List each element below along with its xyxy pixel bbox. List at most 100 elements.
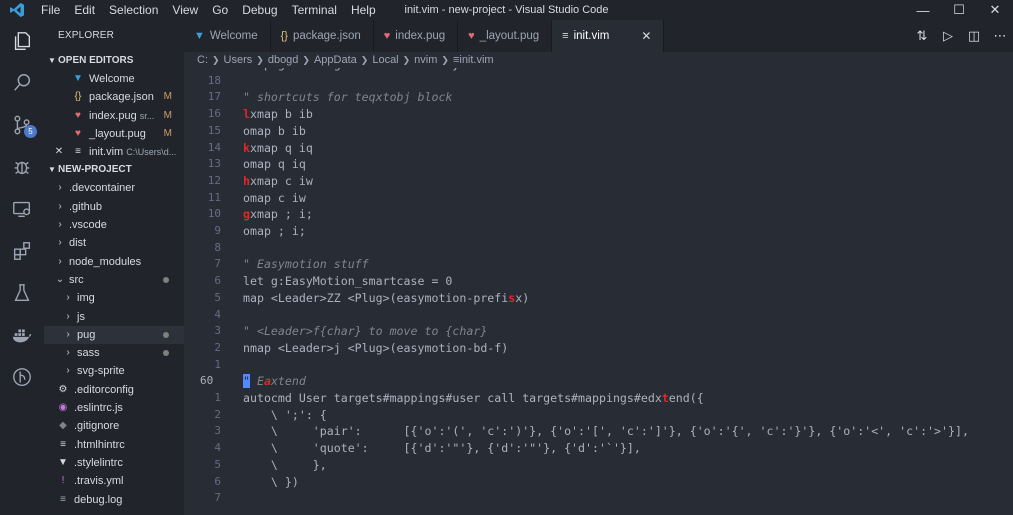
- tab-index-pug[interactable]: ♥ index.pug: [374, 20, 459, 52]
- item-label: .devcontainer: [69, 182, 136, 195]
- docker-icon[interactable]: [0, 314, 44, 356]
- close-icon[interactable]: ✕: [52, 143, 66, 161]
- tab--layout-pug[interactable]: ♥ _layout.pug: [458, 20, 553, 52]
- file-icon: ≡: [60, 438, 66, 450]
- tab-init-vim[interactable]: ≡ init.vim ✕: [552, 20, 665, 52]
- line-number: 7: [214, 257, 221, 271]
- file-item[interactable]: ▼ .stylelintrc: [44, 454, 184, 472]
- breadcrumb-item[interactable]: Users: [224, 54, 253, 66]
- folder-item[interactable]: › .github: [44, 198, 184, 216]
- pug-icon: ♥: [468, 30, 475, 42]
- gitlens-icon[interactable]: [0, 356, 44, 398]
- code-text: \ 'pair': [{'o':'(', 'c':')'}, {'o':'[',…: [243, 424, 969, 439]
- file-item[interactable]: ⚙ .editorconfig: [44, 381, 184, 399]
- chevron-right-icon: ❯: [402, 54, 411, 65]
- modified-dot: [163, 350, 169, 357]
- code-line: 13 omap q iq: [184, 156, 1013, 173]
- code-line: 60 " Eaxtend: [184, 373, 1013, 390]
- tab-label: index.pug: [395, 30, 446, 42]
- file-item[interactable]: ◆ .gitignore: [44, 417, 184, 435]
- breadcrumb-item[interactable]: dbogd: [268, 54, 299, 66]
- vim-icon: ≡: [75, 146, 81, 158]
- item-label: .travis.yml: [74, 475, 124, 488]
- folder-item[interactable]: › svg-sprite: [44, 362, 184, 380]
- vscode-logo-icon: [0, 0, 34, 20]
- folder-item[interactable]: › .vscode: [44, 216, 184, 234]
- testing-flask-icon[interactable]: [0, 272, 44, 314]
- line-number: 6: [214, 274, 221, 288]
- remote-explorer-icon[interactable]: [0, 188, 44, 230]
- folder-item[interactable]: › img: [44, 289, 184, 307]
- chevron-right-icon: ❯: [302, 54, 310, 65]
- line-number: 1: [214, 391, 221, 404]
- explorer-title: EXPLORER: [58, 30, 115, 41]
- item-label: debug.log: [74, 493, 123, 506]
- code-line: 11 omap c iw: [184, 190, 1013, 207]
- file-item[interactable]: ◉ .eslintrc.js: [44, 399, 184, 417]
- chevron-right-icon: ›: [58, 200, 62, 212]
- menu-help[interactable]: Help: [344, 0, 383, 20]
- tab-package-json[interactable]: {} package.json: [271, 20, 374, 52]
- menu-edit[interactable]: Edit: [67, 0, 102, 20]
- chevron-right-icon: ❯: [256, 54, 264, 65]
- search-icon[interactable]: [0, 62, 44, 104]
- open-editor-item[interactable]: ✕ ≡ init.vim C:\Users\d...: [44, 143, 184, 161]
- more-actions-icon[interactable]: ⋯: [987, 28, 1013, 44]
- code-line: 2 nmap <Leader>j <Plug>(easymotion-bd-f): [184, 340, 1013, 357]
- menu-terminal[interactable]: Terminal: [285, 0, 344, 20]
- open-editors-header[interactable]: ▼ OPEN EDITORS: [44, 52, 184, 70]
- code-text: let g:EasyMotion_smartcase = 0: [243, 274, 453, 289]
- split-editor-icon[interactable]: ◫: [961, 28, 987, 44]
- line-number: 2: [214, 340, 221, 354]
- code-line: 9 omap ; i;: [184, 223, 1013, 240]
- file-name: init.vim: [89, 146, 124, 159]
- open-editor-item[interactable]: {} package.json M: [44, 88, 184, 106]
- folder-item[interactable]: › node_modules: [44, 253, 184, 271]
- menu-file[interactable]: File: [34, 0, 67, 20]
- folder-item[interactable]: › .devcontainer: [44, 179, 184, 197]
- extensions-icon[interactable]: [0, 230, 44, 272]
- menu-debug[interactable]: Debug: [235, 0, 284, 20]
- close-icon[interactable]: ✕: [641, 29, 651, 43]
- close-window-button[interactable]: ✕: [977, 0, 1013, 20]
- breadcrumb-item[interactable]: Local: [372, 54, 398, 66]
- file-item[interactable]: ≡ .htmlhintrc: [44, 436, 184, 454]
- breadcrumb-item[interactable]: AppData: [314, 54, 357, 66]
- chevron-right-icon: ❯: [212, 54, 220, 65]
- run-icon[interactable]: ▷: [935, 28, 961, 44]
- file-item[interactable]: ! .travis.yml: [44, 472, 184, 490]
- debug-icon[interactable]: [0, 146, 44, 188]
- file-item[interactable]: ≡ debug.log: [44, 491, 184, 509]
- breadcrumb-item[interactable]: init.vim: [459, 54, 493, 66]
- folder-item[interactable]: › dist: [44, 234, 184, 252]
- menu-go[interactable]: Go: [205, 0, 235, 20]
- line-number: 13: [207, 157, 221, 171]
- menu-view[interactable]: View: [165, 0, 205, 20]
- project-header[interactable]: ▼ NEW-PROJECT: [44, 161, 184, 179]
- minimize-button[interactable]: —: [905, 0, 941, 20]
- maximize-button[interactable]: ☐: [941, 0, 977, 20]
- explorer-icon[interactable]: [0, 20, 44, 62]
- line-number: 12: [207, 173, 221, 187]
- breadcrumb-item[interactable]: C:: [197, 54, 208, 66]
- chevron-right-icon: ›: [66, 365, 70, 377]
- breadcrumb-item[interactable]: nvim: [414, 54, 437, 66]
- folder-item[interactable]: ⌄ src: [44, 271, 184, 289]
- breadcrumb: C: ❯ Users ❯ dbogd ❯ AppData ❯ Local ❯ nvim ❯ ≡ init…: [184, 52, 1013, 68]
- modified-indicator: M: [163, 91, 172, 103]
- open-editor-item[interactable]: ▼ Welcome: [44, 70, 184, 88]
- code-text: " <Leader>f{char} to move to {char}: [243, 324, 488, 339]
- folder-item[interactable]: › pug: [44, 325, 184, 345]
- file-name: Welcome: [89, 73, 135, 85]
- open-editor-item[interactable]: ♥ index.pug sr... M: [44, 107, 184, 125]
- line-number: 8: [214, 240, 221, 254]
- menu-selection[interactable]: Selection: [102, 0, 165, 20]
- open-changes-icon[interactable]: ⇅: [909, 28, 935, 44]
- code-editor[interactable]: 19nmap gcc <Plug>VSCodeCommentaryLine181…: [184, 68, 1013, 515]
- folder-item[interactable]: › sass: [44, 344, 184, 362]
- tab-welcome[interactable]: ▼ Welcome: [184, 20, 271, 52]
- source-control-icon[interactable]: 5: [0, 104, 44, 146]
- open-editor-item[interactable]: ♥ _layout.pug M: [44, 125, 184, 143]
- folder-item[interactable]: › js: [44, 308, 184, 326]
- chevron-down-icon: ▼: [48, 165, 56, 175]
